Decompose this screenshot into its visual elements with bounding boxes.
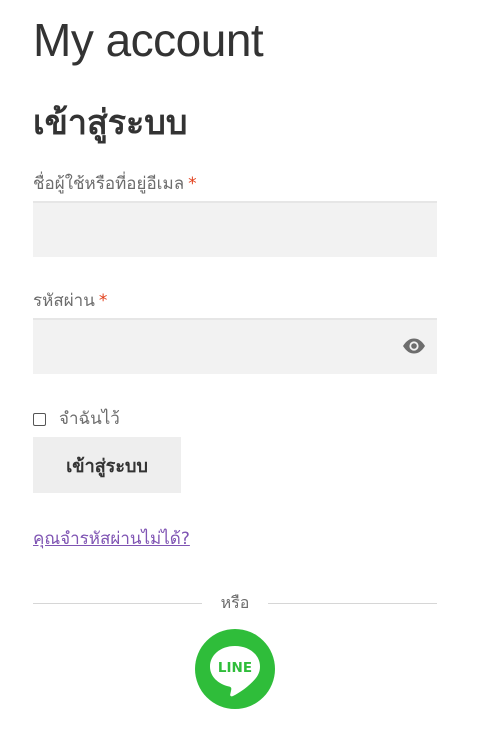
page-title: My account: [33, 14, 264, 66]
remember-me-checkbox[interactable]: [33, 412, 46, 426]
password-input[interactable]: [33, 318, 437, 374]
line-logo-icon: LINE: [195, 629, 275, 709]
divider-line-left: [33, 603, 202, 604]
password-label-text: รหัสผ่าน: [33, 291, 95, 311]
line-login-button[interactable]: LINE: [195, 629, 275, 709]
lost-password-link[interactable]: คุณจำรหัสผ่านไม่ได้?: [33, 527, 190, 551]
divider-or-text: หรือ: [220, 593, 250, 612]
line-logo-text: LINE: [218, 660, 252, 676]
username-required-mark: *: [188, 174, 197, 194]
divider-line-right: [268, 603, 437, 604]
login-submit-button[interactable]: เข้าสู่ระบบ: [33, 437, 181, 493]
login-heading: เข้าสู่ระบบ: [33, 103, 188, 143]
username-label-text: ชื่อผู้ใช้หรือที่อยู่อีเมล: [33, 174, 185, 194]
remember-me-label[interactable]: จำฉันไว้: [59, 407, 120, 431]
show-password-eye-icon[interactable]: [402, 336, 426, 356]
username-label: ชื่อผู้ใช้หรือที่อยู่อีเมล *: [33, 172, 197, 196]
password-label: รหัสผ่าน *: [33, 289, 107, 313]
remember-me-row: จำฉันไว้: [33, 407, 120, 431]
username-input[interactable]: [33, 201, 437, 257]
password-required-mark: *: [98, 291, 108, 311]
